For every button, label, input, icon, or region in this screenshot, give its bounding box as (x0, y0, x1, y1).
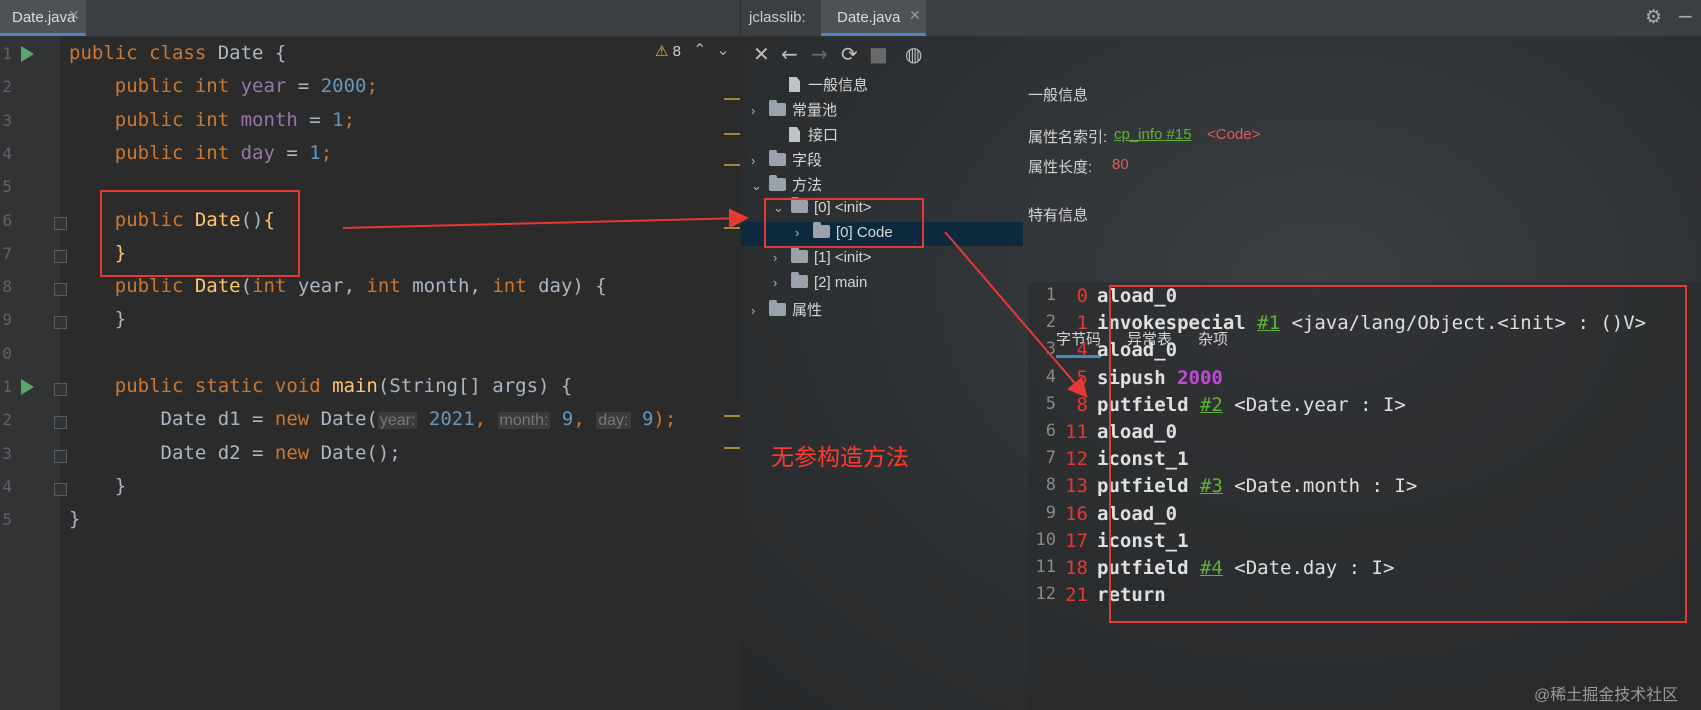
watermark: @稀土掘金技术社区 (1534, 687, 1679, 704)
annotation-arrows (342, 208, 1088, 399)
arrow-to-tree (342, 208, 749, 229)
arrow-to-bytecode (944, 231, 1088, 399)
annotation-label: 无参构造方法 (771, 444, 909, 470)
